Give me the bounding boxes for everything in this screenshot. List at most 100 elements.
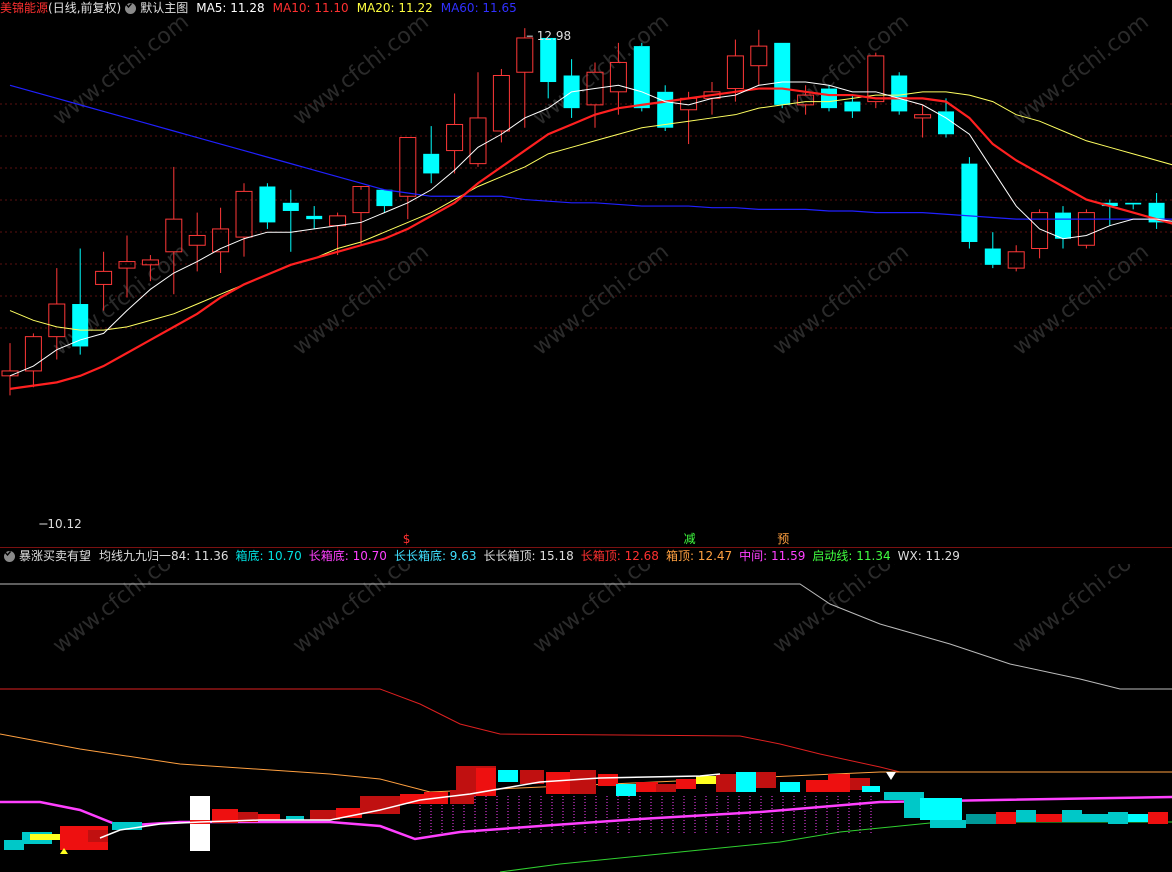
main-chart-header: 美锦能源 (日线,前复权) 默认主图 MA5: 11.28 MA10: 11.1… <box>0 0 517 16</box>
candle[interactable] <box>1007 245 1025 272</box>
ma20-value: MA20: 11.22 <box>356 1 433 15</box>
indicator-bar <box>4 840 24 850</box>
watermark: www.cfchi.com <box>288 16 433 131</box>
candle[interactable] <box>259 183 276 229</box>
watermark: www.cfchi.com <box>768 239 913 360</box>
indicator-bar <box>1062 810 1082 822</box>
indicator-header: 暴涨买卖有望 均线九九归一84: 11.36 箱底: 10.70 长箱底: 10.7… <box>0 548 967 564</box>
watermark: www.cfchi.com <box>528 564 673 659</box>
template-name[interactable]: 默认主图 <box>140 0 188 16</box>
indicator-bar <box>930 820 966 828</box>
watermark: www.cfchi.com <box>1008 16 1153 131</box>
signal-marker: 预 <box>777 532 789 546</box>
ma5-value: MA5: 11.28 <box>196 1 265 15</box>
ma10-value: MA10: 11.10 <box>272 1 349 15</box>
watermark: www.cfchi.com <box>48 239 193 360</box>
indicator-bar <box>920 798 962 820</box>
watermark: www.cfchi.com <box>528 239 673 360</box>
indicator-bar <box>1082 814 1108 822</box>
stock-name[interactable]: 美锦能源 <box>0 0 48 16</box>
start-line <box>499 821 1172 872</box>
indicator-value-3: 长长箱底: 9.63 <box>393 549 477 563</box>
indicator-value-8: 启动线: 11.34 <box>812 549 891 563</box>
indicator-bar <box>498 770 518 782</box>
indicator-value-9: WX: 11.29 <box>897 549 960 563</box>
candle[interactable] <box>984 232 1001 269</box>
indicator-bar <box>1036 814 1062 822</box>
indicator-bar <box>598 774 618 786</box>
indicator-value-0: 均线九九归一84: 11.36 <box>99 549 229 563</box>
indicator-value-6: 箱顶: 12.47 <box>665 549 733 563</box>
candle[interactable] <box>352 185 370 246</box>
watermark: www.cfchi.com <box>48 16 193 131</box>
triangle-marker <box>886 772 896 780</box>
candle[interactable] <box>235 183 253 257</box>
candle[interactable] <box>1055 206 1071 249</box>
watermark: www.cfchi.com <box>768 564 913 659</box>
indicator-bar <box>676 779 696 789</box>
candle[interactable] <box>282 189 299 252</box>
indicator-bar <box>696 776 716 784</box>
candle[interactable] <box>306 206 323 229</box>
candle[interactable] <box>1125 202 1142 210</box>
indicator-bar <box>616 784 636 796</box>
indicator-bar <box>570 770 596 794</box>
indicator-bar <box>806 780 830 792</box>
candle[interactable] <box>891 72 908 115</box>
candle[interactable] <box>1077 209 1095 249</box>
indicator-bar <box>996 812 1016 824</box>
indicator-bar <box>828 774 850 792</box>
candle[interactable] <box>1148 193 1165 229</box>
chevron-down-icon[interactable] <box>4 550 15 562</box>
indicator-value-2: 长箱底: 10.70 <box>308 549 387 563</box>
candle[interactable] <box>423 126 440 184</box>
watermark: www.cfchi.com <box>1008 564 1153 659</box>
candle[interactable] <box>633 42 650 112</box>
indicator-bar <box>636 782 658 792</box>
candle[interactable] <box>961 157 978 249</box>
indicator-bar <box>546 772 570 794</box>
high-price-label: 12.98 <box>537 29 571 43</box>
candle[interactable] <box>212 207 230 273</box>
indicator-bar <box>736 772 756 792</box>
candle[interactable] <box>446 93 464 174</box>
indicator-bar <box>1108 812 1128 824</box>
indicator-name[interactable]: 暴涨买卖有望 <box>19 548 91 564</box>
indicator-bar <box>1016 810 1036 822</box>
indicator-bar <box>360 796 400 814</box>
indicator-chart[interactable]: www.cfchi.com www.cfchi.com www.cfchi.com w… <box>0 564 1172 872</box>
candle[interactable] <box>1031 209 1049 259</box>
indicator-value-4: 长长箱顶: 15.18 <box>483 549 574 563</box>
signal-marker: $ <box>403 532 411 546</box>
indicator-bar <box>966 814 996 824</box>
ma5-line <box>9 81 1172 377</box>
indicator-value-7: 中间: 11.59 <box>739 549 806 563</box>
watermark: www.cfchi.com <box>48 564 193 659</box>
candlestick-chart[interactable]: www.cfchi.com www.cfchi.com www.cfchi.com w… <box>0 16 1172 548</box>
indicator-bar <box>258 814 280 820</box>
indicator-bar <box>1148 812 1168 824</box>
candle[interactable] <box>399 137 417 220</box>
indicator-bar <box>780 782 800 792</box>
watermark: www.cfchi.com <box>288 239 433 360</box>
candle[interactable] <box>24 333 42 388</box>
candle[interactable] <box>188 212 206 272</box>
signal-marker: 减 <box>684 532 696 546</box>
watermark: www.cfchi.com <box>1008 239 1153 360</box>
candle[interactable] <box>540 37 557 99</box>
indicator-bar <box>716 774 736 792</box>
indicator-values: 均线九九归一84: 11.36 箱底: 10.70 长箱底: 10.70 长长箱底: … <box>99 548 967 564</box>
chevron-down-icon[interactable] <box>125 2 137 14</box>
indicator-bar <box>884 792 904 800</box>
candle[interactable] <box>914 104 932 138</box>
candle[interactable] <box>821 85 837 112</box>
box-top-red-line <box>0 688 1172 773</box>
candle[interactable] <box>774 42 791 109</box>
candle[interactable] <box>750 29 768 86</box>
indicator-bar <box>756 772 776 788</box>
candle[interactable] <box>376 189 393 213</box>
indicator-bar <box>1128 814 1148 822</box>
indicator-bar <box>656 784 676 792</box>
candle[interactable] <box>492 68 510 143</box>
watermark: www.cfchi.com <box>288 564 433 659</box>
